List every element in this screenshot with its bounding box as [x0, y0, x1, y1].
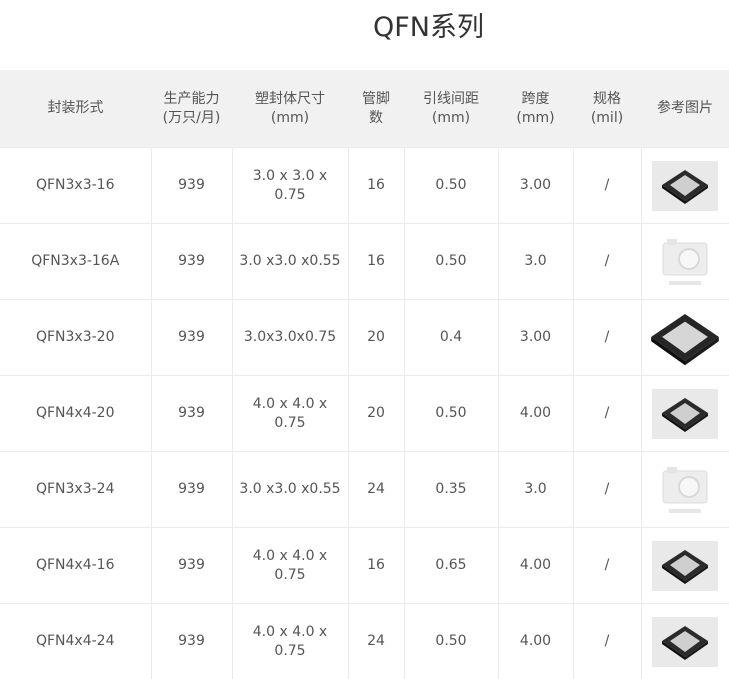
cell-package: QFN4x4-20 — [0, 376, 151, 452]
page-title: QFN系列 — [0, 6, 729, 50]
cell-spec: / — [573, 148, 641, 224]
camera-placeholder-icon — [659, 463, 711, 517]
qfn-chip-photo[interactable] — [652, 389, 718, 439]
cell-capacity: 939 — [151, 528, 232, 604]
cell-pitch: 0.35 — [404, 452, 498, 528]
header-size: 塑封体尺寸 (mm) — [232, 70, 348, 148]
header-span: 跨度 (mm) — [498, 70, 573, 148]
cell-capacity: 939 — [151, 452, 232, 528]
cell-capacity: 939 — [151, 604, 232, 679]
cell-span: 4.00 — [498, 528, 573, 604]
qfn-chip-large-photo[interactable] — [649, 310, 721, 366]
header-label: 生产能力 — [164, 91, 220, 107]
cell-pitch: 0.4 — [404, 300, 498, 376]
cell-pins: 24 — [348, 452, 404, 528]
cell-image — [641, 300, 729, 376]
camera-placeholder-icon — [659, 235, 711, 289]
cell-span: 3.00 — [498, 148, 573, 224]
cell-span: 3.0 — [498, 224, 573, 300]
header-unit: 数 — [369, 110, 383, 126]
cell-size: 3.0 x3.0 x0.55 — [232, 224, 348, 300]
cell-package: QFN4x4-16 — [0, 528, 151, 604]
header-label: 跨度 — [522, 91, 550, 107]
header-unit: (mm) — [432, 110, 470, 126]
cell-pins: 16 — [348, 148, 404, 224]
header-unit: (mm) — [271, 110, 309, 126]
cell-spec: / — [573, 224, 641, 300]
cell-package: QFN3x3-20 — [0, 300, 151, 376]
cell-image — [641, 528, 729, 604]
header-unit: (mil) — [591, 110, 623, 126]
cell-spec: / — [573, 376, 641, 452]
cell-pitch: 0.50 — [404, 148, 498, 224]
cell-image — [641, 376, 729, 452]
cell-pins: 24 — [348, 604, 404, 679]
header-label: 参考图片 — [657, 100, 713, 116]
table-row: QFN3x3-24 939 3.0 x3.0 x0.55 24 0.35 3.0… — [0, 452, 729, 528]
table-row: QFN4x4-24 939 4.0 x 4.0 x 0.75 24 0.50 4… — [0, 604, 729, 679]
table-row: QFN3x3-16A 939 3.0 x3.0 x0.55 16 0.50 3.… — [0, 224, 729, 300]
table-row: QFN3x3-20 939 3.0x3.0x0.75 20 0.4 3.00 / — [0, 300, 729, 376]
header-pitch: 引线间距 (mm) — [404, 70, 498, 148]
cell-size: 3.0x3.0x0.75 — [232, 300, 348, 376]
cell-package: QFN3x3-24 — [0, 452, 151, 528]
cell-image — [641, 604, 729, 679]
header-label: 封装形式 — [48, 100, 104, 116]
cell-pins: 20 — [348, 376, 404, 452]
cell-capacity: 939 — [151, 376, 232, 452]
header-label: 塑封体尺寸 — [255, 91, 325, 107]
cell-span: 4.00 — [498, 604, 573, 679]
cell-pins: 16 — [348, 224, 404, 300]
cell-span: 3.00 — [498, 300, 573, 376]
table-row: QFN4x4-16 939 4.0 x 4.0 x 0.75 16 0.65 4… — [0, 528, 729, 604]
header-label: 管脚 — [362, 91, 390, 107]
header-spec: 规格 (mil) — [573, 70, 641, 148]
cell-pitch: 0.50 — [404, 376, 498, 452]
cell-capacity: 939 — [151, 300, 232, 376]
cell-pins: 20 — [348, 300, 404, 376]
page: QFN系列 封装形式 生产能力 (万只/月) 塑封体尺寸 (mm) 管脚数 引线间距… — [0, 0, 729, 676]
cell-spec: / — [573, 528, 641, 604]
header-row: 封装形式 生产能力 (万只/月) 塑封体尺寸 (mm) 管脚数 引线间距 (mm) 跨… — [0, 70, 729, 148]
cell-pins: 16 — [348, 528, 404, 604]
header-unit: (万只/月) — [163, 110, 221, 126]
cell-spec: / — [573, 452, 641, 528]
header-image: 参考图片 — [641, 70, 729, 148]
qfn-chip-photo[interactable] — [652, 541, 718, 591]
cell-image — [641, 148, 729, 224]
cell-size: 4.0 x 4.0 x 0.75 — [232, 376, 348, 452]
table-row: QFN4x4-20 939 4.0 x 4.0 x 0.75 20 0.50 4… — [0, 376, 729, 452]
cell-package: QFN3x3-16 — [0, 148, 151, 224]
qfn-chip-photo[interactable] — [652, 161, 718, 211]
cell-size: 4.0 x 4.0 x 0.75 — [232, 528, 348, 604]
qfn-spec-table: 封装形式 生产能力 (万只/月) 塑封体尺寸 (mm) 管脚数 引线间距 (mm) 跨… — [0, 70, 729, 679]
header-label: 规格 — [593, 91, 621, 107]
qfn-chip-photo[interactable] — [652, 617, 718, 667]
header-package: 封装形式 — [0, 70, 151, 148]
cell-span: 3.0 — [498, 452, 573, 528]
table-row: QFN3x3-16 939 3.0 x 3.0 x 0.75 16 0.50 3… — [0, 148, 729, 224]
cell-size: 3.0 x3.0 x0.55 — [232, 452, 348, 528]
cell-package: QFN4x4-24 — [0, 604, 151, 679]
table-header: 封装形式 生产能力 (万只/月) 塑封体尺寸 (mm) 管脚数 引线间距 (mm) 跨… — [0, 70, 729, 148]
cell-size: 3.0 x 3.0 x 0.75 — [232, 148, 348, 224]
cell-spec: / — [573, 604, 641, 679]
header-pins: 管脚数 — [348, 70, 404, 148]
cell-size: 4.0 x 4.0 x 0.75 — [232, 604, 348, 679]
cell-package: QFN3x3-16A — [0, 224, 151, 300]
header-unit: (mm) — [516, 110, 554, 126]
cell-span: 4.00 — [498, 376, 573, 452]
cell-pitch: 0.50 — [404, 224, 498, 300]
cell-spec: / — [573, 300, 641, 376]
cell-image — [641, 452, 729, 528]
header-capacity: 生产能力 (万只/月) — [151, 70, 232, 148]
cell-pitch: 0.65 — [404, 528, 498, 604]
cell-pitch: 0.50 — [404, 604, 498, 679]
cell-image — [641, 224, 729, 300]
table-body: QFN3x3-16 939 3.0 x 3.0 x 0.75 16 0.50 3… — [0, 148, 729, 679]
cell-capacity: 939 — [151, 148, 232, 224]
header-label: 引线间距 — [423, 91, 479, 107]
cell-capacity: 939 — [151, 224, 232, 300]
